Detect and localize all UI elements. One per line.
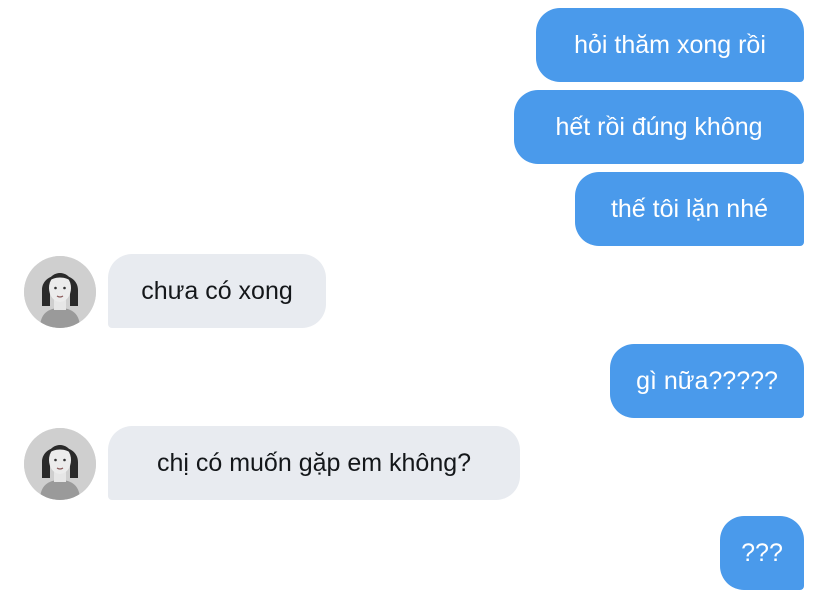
message-bubble-outgoing[interactable]: hỏi thăm xong rồi bbox=[536, 8, 804, 82]
message-bubble-outgoing[interactable]: gì nữa????? bbox=[610, 344, 804, 418]
message-bubble-outgoing[interactable]: thế tôi lặn nhé bbox=[575, 172, 804, 246]
message-bubble-outgoing[interactable]: hết rồi đúng không bbox=[514, 90, 804, 164]
message-bubble-incoming[interactable]: chị có muốn gặp em không? bbox=[108, 426, 520, 500]
avatar-photo-icon bbox=[24, 256, 96, 328]
message-bubble-incoming[interactable]: chưa có xong bbox=[108, 254, 326, 328]
contact-avatar-icon[interactable] bbox=[24, 256, 96, 328]
message-bubble-outgoing[interactable]: ??? bbox=[720, 516, 804, 590]
contact-avatar-icon[interactable] bbox=[24, 428, 96, 500]
avatar-photo-icon bbox=[24, 428, 96, 500]
